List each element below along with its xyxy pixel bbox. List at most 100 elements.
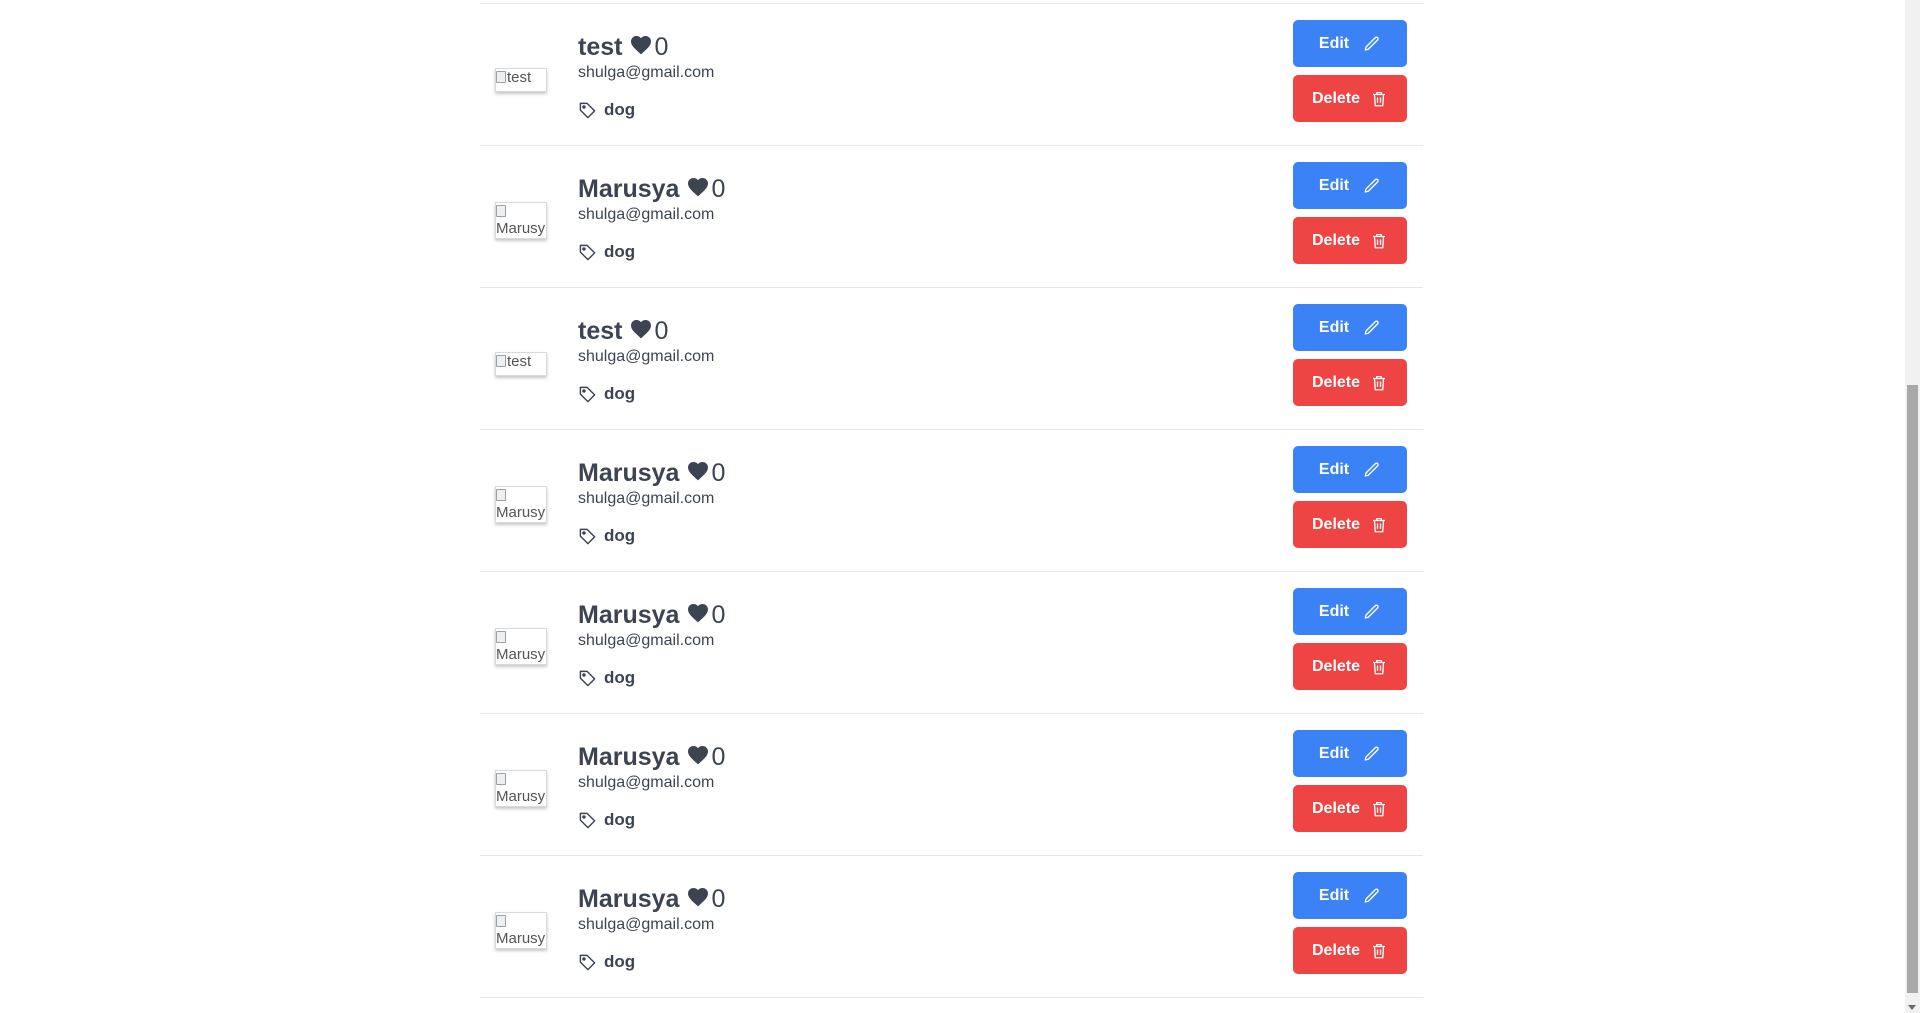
like-count: 0 — [654, 317, 669, 345]
edit-button[interactable]: Edit — [1293, 20, 1407, 67]
pet-image-alt: Marusy — [496, 788, 546, 805]
owner-email: shulga@gmail.com — [578, 632, 715, 649]
heart-icon[interactable] — [629, 33, 653, 57]
edit-button[interactable]: Edit — [1293, 730, 1407, 777]
delete-button[interactable]: Delete — [1293, 359, 1407, 406]
edit-button[interactable]: Edit — [1293, 872, 1407, 919]
pet-image-alt: Marusy — [496, 220, 546, 237]
pet-info: Marusya 0 shulga@gmail.com dog — [578, 458, 725, 546]
trash-icon — [1373, 943, 1386, 958]
owner-email: shulga@gmail.com — [578, 64, 715, 81]
pet-image: Marusy — [495, 202, 547, 239]
edit-button-label: Edit — [1318, 460, 1350, 478]
broken-image-icon — [496, 915, 506, 927]
heart-icon[interactable] — [686, 601, 710, 625]
pencil-icon — [1364, 36, 1379, 51]
delete-button[interactable]: Delete — [1293, 643, 1407, 690]
like-count: 0 — [711, 601, 726, 629]
list-item: test test 0 shulga@gmail.com dog Edit De… — [480, 4, 1423, 146]
pet-tag: dog — [578, 526, 725, 546]
tag-label: dog — [604, 100, 636, 119]
edit-button[interactable]: Edit — [1293, 304, 1407, 351]
edit-button[interactable]: Edit — [1293, 162, 1407, 209]
heart-icon[interactable] — [686, 885, 710, 909]
broken-image-icon — [496, 355, 506, 367]
pet-info: Marusya 0 shulga@gmail.com dog — [578, 174, 725, 262]
tag-icon — [579, 244, 596, 260]
pet-image: Marusy — [495, 770, 547, 807]
tag-label: dog — [604, 668, 636, 687]
pencil-icon — [1364, 462, 1379, 477]
pet-name: test — [578, 33, 623, 61]
delete-button[interactable]: Delete — [1293, 927, 1407, 974]
owner-email: shulga@gmail.com — [578, 490, 715, 507]
pet-tag: dog — [578, 668, 725, 688]
pet-name: Marusya — [578, 459, 680, 487]
pet-title: Marusya 0 — [578, 174, 725, 204]
like-count: 0 — [711, 885, 726, 913]
pet-name: Marusya — [578, 601, 680, 629]
list-item: Marusy Marusya 0 shulga@gmail.com dog Ed… — [480, 714, 1423, 856]
pet-image: test — [495, 68, 547, 92]
pet-title: Marusya 0 — [578, 742, 725, 772]
pet-info: test 0 shulga@gmail.com dog — [578, 316, 714, 404]
tag-label: dog — [604, 526, 636, 545]
heart-icon[interactable] — [686, 743, 710, 767]
delete-button-label: Delete — [1311, 941, 1361, 959]
like-count: 0 — [654, 33, 669, 61]
trash-icon — [1373, 91, 1386, 106]
like-count: 0 — [711, 459, 726, 487]
trash-icon — [1373, 517, 1386, 532]
tag-icon — [579, 386, 596, 402]
pet-info: Marusya 0 shulga@gmail.com dog — [578, 884, 725, 972]
owner-email: shulga@gmail.com — [578, 774, 715, 791]
edit-button[interactable]: Edit — [1293, 588, 1407, 635]
delete-button-label: Delete — [1311, 657, 1361, 675]
pencil-icon — [1364, 320, 1379, 335]
edit-button-label: Edit — [1318, 318, 1350, 336]
trash-icon — [1373, 801, 1386, 816]
list-item: test test 0 shulga@gmail.com dog Edit De… — [480, 288, 1423, 430]
broken-image-icon — [496, 773, 506, 785]
delete-button[interactable]: Delete — [1293, 75, 1407, 122]
owner-email: shulga@gmail.com — [578, 348, 715, 365]
pet-image-alt: test — [507, 69, 532, 86]
delete-button-label: Delete — [1311, 799, 1361, 817]
edit-button[interactable]: Edit — [1293, 446, 1407, 493]
scroll-down-arrow-icon[interactable] — [1908, 1005, 1916, 1010]
tag-icon — [579, 954, 596, 970]
pet-list: test test 0 shulga@gmail.com dog Edit De… — [480, 3, 1423, 998]
vertical-scrollbar[interactable] — [1905, 0, 1920, 1013]
pet-name: Marusya — [578, 885, 680, 913]
trash-icon — [1373, 659, 1386, 674]
delete-button-label: Delete — [1311, 89, 1361, 107]
tag-icon — [579, 528, 596, 544]
pet-tag: dog — [578, 100, 714, 120]
pencil-icon — [1364, 178, 1379, 193]
delete-button[interactable]: Delete — [1293, 501, 1407, 548]
tag-label: dog — [604, 384, 636, 403]
pet-image: test — [495, 352, 547, 376]
heart-icon[interactable] — [629, 317, 653, 341]
heart-icon[interactable] — [686, 459, 710, 483]
delete-button[interactable]: Delete — [1293, 217, 1407, 264]
list-item: Marusy Marusya 0 shulga@gmail.com dog Ed… — [480, 146, 1423, 288]
pencil-icon — [1364, 746, 1379, 761]
broken-image-icon — [496, 205, 506, 217]
trash-icon — [1373, 375, 1386, 390]
pet-tag: dog — [578, 810, 725, 830]
tag-icon — [579, 670, 596, 686]
tag-label: dog — [604, 810, 636, 829]
delete-button-label: Delete — [1311, 515, 1361, 533]
heart-icon[interactable] — [686, 175, 710, 199]
scrollbar-thumb[interactable] — [1907, 385, 1918, 993]
edit-button-label: Edit — [1318, 602, 1350, 620]
pet-title: Marusya 0 — [578, 600, 725, 630]
delete-button[interactable]: Delete — [1293, 785, 1407, 832]
pet-name: test — [578, 317, 623, 345]
pet-title: Marusya 0 — [578, 884, 725, 914]
broken-image-icon — [496, 71, 506, 83]
broken-image-icon — [496, 489, 506, 501]
tag-label: dog — [604, 242, 636, 261]
pet-title: Marusya 0 — [578, 458, 725, 488]
